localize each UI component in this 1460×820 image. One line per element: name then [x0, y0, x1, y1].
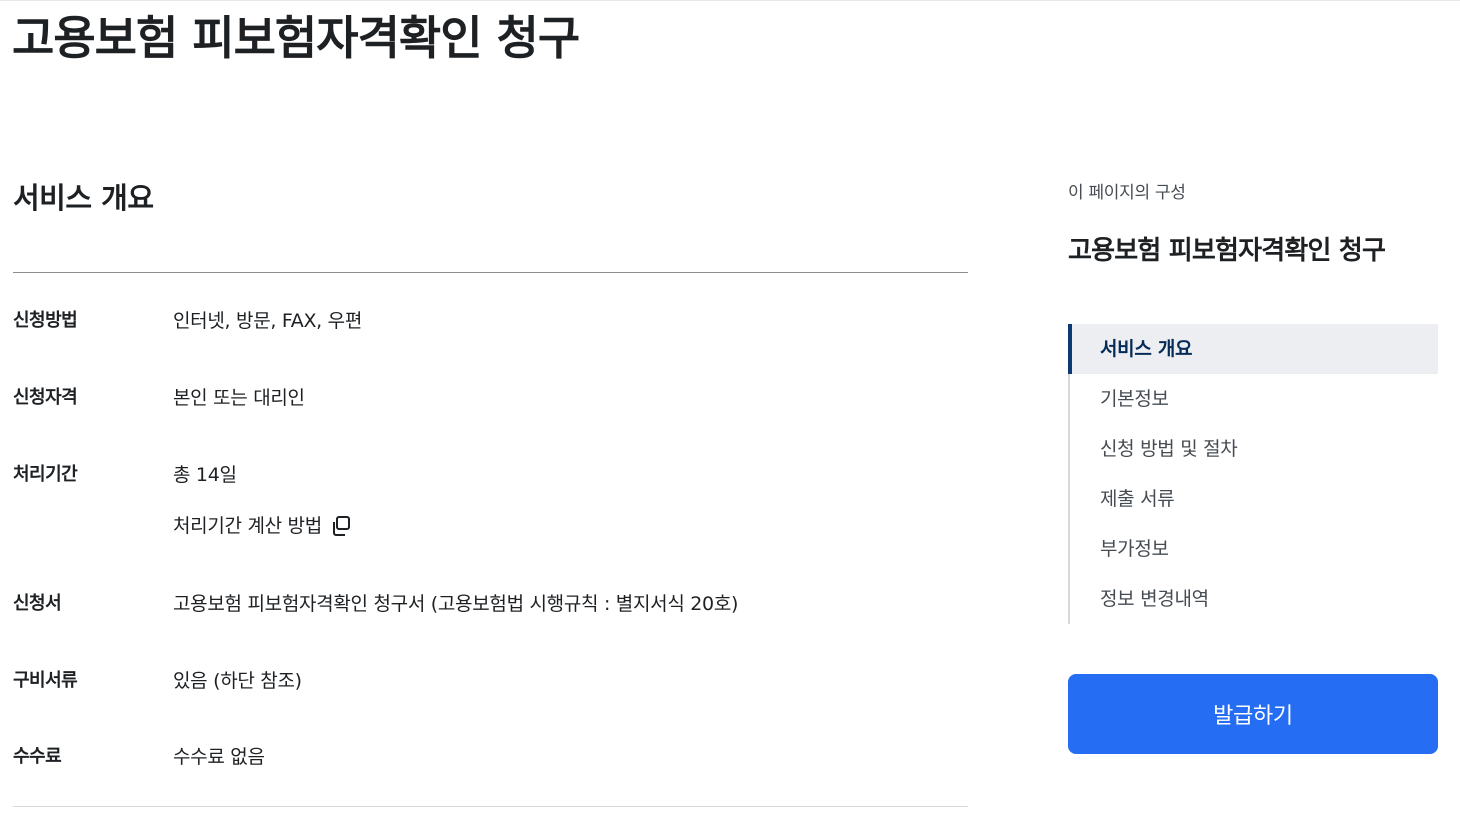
- table-of-contents: 서비스 개요 기본정보 신청 방법 및 절차 제출 서류 부가정보 정보 변경내…: [1068, 324, 1438, 624]
- sidebar-caption: 이 페이지의 구성: [1068, 183, 1186, 203]
- row-value: 본인 또는 대리인: [173, 387, 305, 409]
- toc-item-submission-documents[interactable]: 제출 서류: [1070, 474, 1438, 524]
- toc-item-basic-info[interactable]: 기본정보: [1070, 374, 1438, 424]
- row-label: 구비서류: [13, 670, 78, 691]
- row-label: 신청방법: [13, 310, 78, 331]
- row-label: 처리기간: [13, 464, 78, 485]
- copy-icon: [332, 516, 350, 536]
- issue-button[interactable]: 발급하기: [1068, 674, 1438, 754]
- row-value: 인터넷, 방문, FAX, 우편: [173, 310, 362, 332]
- row-value: 고용보험 피보험자격확인 청구서 (고용보험법 시행규칙 : 별지서식 20호): [173, 593, 739, 615]
- row-value: 총 14일: [173, 464, 237, 486]
- toc-item-application-procedure[interactable]: 신청 방법 및 절차: [1070, 424, 1438, 474]
- row-label: 수수료: [13, 746, 62, 767]
- top-divider: [0, 0, 1460, 1]
- page-title: 고용보험 피보험자격확인 청구: [12, 11, 580, 65]
- row-label: 신청서: [13, 593, 62, 614]
- row-value: 수수료 없음: [173, 746, 265, 768]
- toc-item-additional-info[interactable]: 부가정보: [1070, 524, 1438, 574]
- sidebar-title: 고용보험 피보험자격확인 청구: [1068, 236, 1386, 266]
- row-value: 있음 (하단 참조): [173, 670, 302, 692]
- toc-item-change-history[interactable]: 정보 변경내역: [1070, 574, 1438, 624]
- section-title-overview: 서비스 개요: [13, 181, 154, 215]
- toc-item-service-overview[interactable]: 서비스 개요: [1068, 324, 1438, 374]
- processing-period-calc-link[interactable]: 처리기간 계산 방법: [173, 514, 352, 538]
- section-bottom-divider: [13, 806, 968, 807]
- row-label: 신청자격: [13, 387, 78, 408]
- link-label: 처리기간 계산 방법: [173, 515, 322, 537]
- section-top-divider: [13, 272, 968, 273]
